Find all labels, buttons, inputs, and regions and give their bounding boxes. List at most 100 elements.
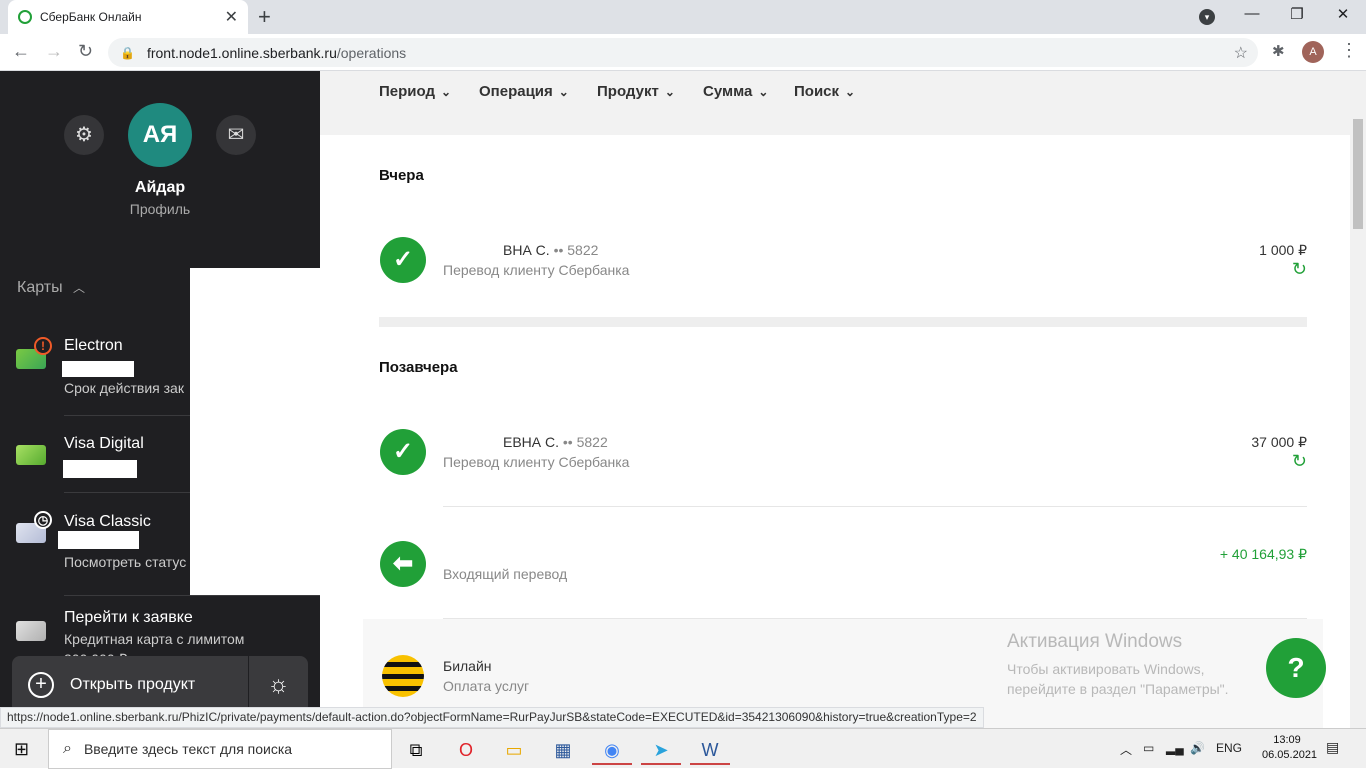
- calculator-icon[interactable]: ▦: [543, 735, 583, 765]
- beeline-logo-icon: [382, 655, 424, 697]
- filter-period[interactable]: Период ⌄: [379, 83, 451, 100]
- cards-header[interactable]: Карты ︿: [17, 279, 85, 297]
- card-sub: Кредитная карта с лимитом: [64, 631, 245, 647]
- chevron-down-icon: ⌄: [845, 85, 856, 99]
- show-hidden-icons-icon[interactable]: ︿: [1120, 741, 1132, 758]
- card-sub: Срок действия зак: [64, 380, 184, 396]
- redacted-card-number: [58, 531, 139, 549]
- chevron-down-icon: ⌄: [758, 85, 769, 99]
- clock-time: 13:09: [1273, 734, 1301, 746]
- arrow-left-icon: ⬅: [380, 541, 426, 587]
- card-name: Перейти к заявке: [64, 609, 193, 626]
- clock-date: 06.05.2021: [1262, 749, 1318, 761]
- theme-toggle-sun-icon[interactable]: ☼: [249, 656, 308, 714]
- watermark-title: Активация Windows: [1007, 631, 1183, 652]
- minimize-icon[interactable]: —: [1229, 5, 1275, 22]
- scrollbar[interactable]: [1350, 71, 1366, 728]
- operation-title: Билайн: [443, 658, 492, 674]
- sberbank-favicon-icon: [18, 10, 32, 24]
- word-icon[interactable]: W: [690, 735, 730, 765]
- back-icon[interactable]: ←: [12, 41, 30, 62]
- browser-tabbar: СберБанк Онлайн ✕ + ▾ — ❐ ✕: [0, 0, 1366, 34]
- lock-icon[interactable]: 🔒: [120, 46, 135, 60]
- mail-icon[interactable]: ✉: [216, 115, 256, 155]
- url-path: /operations: [336, 44, 407, 61]
- operation-title: ВНА С. •• 5822: [443, 242, 598, 258]
- group-heading: Вчера: [379, 167, 424, 184]
- repeat-icon[interactable]: ↻: [1292, 451, 1307, 472]
- telegram-icon[interactable]: ➤: [641, 735, 681, 765]
- chevron-up-icon: ︿: [73, 281, 86, 295]
- reload-icon[interactable]: ↻: [78, 41, 93, 62]
- url-host: front.node1.online.sberbank.ru: [146, 44, 337, 61]
- plus-icon: +: [28, 672, 54, 698]
- user-name[interactable]: Айдар: [0, 179, 320, 197]
- filter-search[interactable]: Поиск ⌄: [794, 83, 855, 100]
- settings-gear-icon[interactable]: ⚙: [64, 115, 104, 155]
- user-avatar[interactable]: АЯ: [128, 103, 192, 167]
- volume-icon[interactable]: 🔊: [1190, 741, 1205, 755]
- network-icon[interactable]: ▂▄: [1166, 741, 1184, 755]
- forward-icon[interactable]: →: [45, 41, 63, 62]
- operation-card: •• 5822: [553, 242, 599, 258]
- repeat-icon[interactable]: ↻: [1292, 259, 1307, 280]
- profile-link[interactable]: Профиль: [0, 201, 320, 217]
- address-toolbar: ← → ↻ 🔒 front.node1.online.sberbank.ru/o…: [0, 34, 1366, 71]
- redacted-overlay: [190, 268, 321, 595]
- filter-label: Операция: [479, 83, 553, 100]
- browser-tab[interactable]: СберБанк Онлайн ✕: [8, 0, 248, 34]
- operation-amount: + 40 164,93 ₽: [1219, 546, 1307, 562]
- scrollbar-thumb[interactable]: [1353, 119, 1363, 229]
- windows-start-icon[interactable]: ⊞: [14, 739, 29, 760]
- url-bar[interactable]: 🔒 front.node1.online.sberbank.ru/operati…: [108, 38, 1258, 67]
- operation-title: ЕВНА С. •• 5822: [443, 434, 608, 450]
- bookmark-star-icon[interactable]: ☆: [1234, 43, 1248, 63]
- operation-card: •• 5822: [562, 434, 608, 450]
- battery-icon[interactable]: ▭: [1143, 741, 1154, 755]
- close-window-icon[interactable]: ✕: [1320, 5, 1366, 23]
- tab-title: СберБанк Онлайн: [40, 10, 142, 24]
- row-divider: [443, 506, 1307, 507]
- menu-kebab-icon[interactable]: ⋮: [1340, 40, 1358, 61]
- windows-activation-watermark: Активация Windows Чтобы активировать Win…: [1007, 631, 1277, 699]
- close-tab-icon[interactable]: ✕: [225, 7, 238, 27]
- opera-icon[interactable]: O: [446, 735, 486, 765]
- language-indicator[interactable]: ENG: [1216, 741, 1242, 755]
- taskbar-search[interactable]: ⌕ Введите здесь текст для поиска: [48, 729, 392, 769]
- filter-amount[interactable]: Сумма ⌄: [703, 83, 768, 100]
- operations-main: Период ⌄ Операция ⌄ Продукт ⌄ Сумма ⌄ Поиск ⌄…: [320, 71, 1350, 728]
- status-url: https://node1.online.sberbank.ru/PhizIC/…: [0, 707, 984, 728]
- search-placeholder: Введите здесь текст для поиска: [83, 741, 293, 757]
- new-tab-icon[interactable]: +: [258, 4, 271, 30]
- clock-icon: ◷: [34, 511, 52, 529]
- watermark-text: Чтобы активировать Windows, перейдите в …: [1007, 661, 1229, 697]
- operation-subtitle: Перевод клиенту Сбербанка: [443, 262, 630, 278]
- divider: [64, 595, 320, 596]
- cards-header-label: Карты: [17, 279, 63, 296]
- tab-search-icon[interactable]: ▾: [1199, 9, 1215, 25]
- chrome-icon[interactable]: ◉: [592, 735, 632, 765]
- extensions-icon[interactable]: ✱: [1272, 42, 1285, 60]
- notifications-icon[interactable]: ▤: [1326, 739, 1339, 756]
- filter-label: Период: [379, 83, 435, 100]
- task-view-icon[interactable]: ⧉: [396, 735, 436, 765]
- warning-icon: !: [34, 337, 52, 355]
- clock[interactable]: 13:09 06.05.2021: [1262, 733, 1318, 763]
- operation-subtitle: Входящий перевод: [443, 566, 568, 582]
- sber-check-icon: ✓: [380, 429, 426, 475]
- file-explorer-icon[interactable]: ▭: [494, 735, 534, 765]
- card-name: Visa Classic: [64, 513, 151, 530]
- group-heading: Позавчера: [379, 359, 458, 376]
- filter-label: Продукт: [597, 83, 659, 100]
- profile-avatar[interactable]: A: [1302, 41, 1324, 63]
- operation-amount: 37 000 ₽: [1251, 434, 1307, 450]
- operation-recipient: ЕВНА С.: [503, 434, 560, 450]
- chevron-down-icon: ⌄: [558, 85, 569, 99]
- open-product-button[interactable]: + Открыть продукт: [12, 656, 248, 714]
- operation-amount: 1 000 ₽: [1259, 242, 1307, 258]
- filter-product[interactable]: Продукт ⌄: [597, 83, 675, 100]
- maximize-icon[interactable]: ❐: [1274, 5, 1320, 23]
- group-divider: [379, 317, 1307, 327]
- help-chat-icon[interactable]: ?: [1266, 638, 1326, 698]
- filter-operation[interactable]: Операция ⌄: [479, 83, 569, 100]
